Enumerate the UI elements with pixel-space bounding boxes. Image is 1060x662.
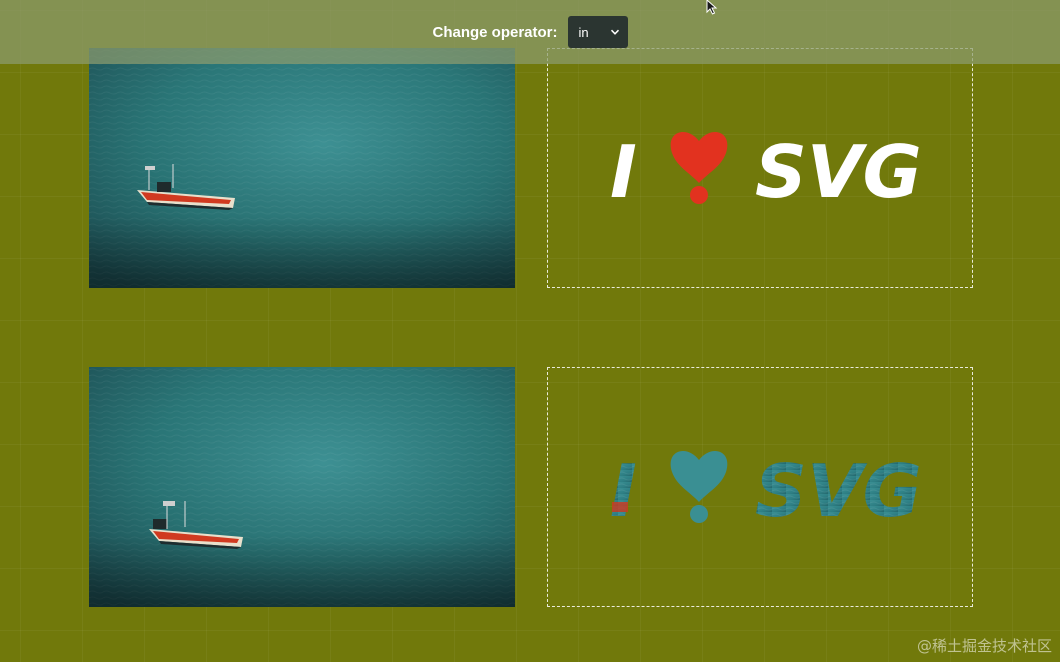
letter-i-bottom: I <box>610 449 637 533</box>
operator-control: Change operator: in <box>0 16 1060 48</box>
boat-fragment <box>612 502 628 512</box>
boat-photo-bottom <box>89 367 515 607</box>
svg-text-panel-top: I SVG <box>547 48 973 288</box>
boat-photo-top <box>89 48 515 288</box>
letter-i-top: I <box>610 130 637 214</box>
top-bar: Change operator: in <box>0 0 1060 64</box>
svg-text-panel-bottom: I SVG <box>547 367 973 607</box>
operator-select[interactable]: in <box>567 16 628 48</box>
heart-exclamation-icon <box>670 131 728 204</box>
mouse-pointer-icon <box>706 0 718 15</box>
letters-svg-bottom: SVG <box>755 449 922 533</box>
watermark: @稀土掘金技术社区 <box>916 637 1052 655</box>
chevron-down-icon <box>610 29 619 35</box>
operator-select-value: in <box>578 24 589 40</box>
operator-label: Change operator: <box>432 23 558 41</box>
letters-svg-top: SVG <box>755 130 922 214</box>
heart-exclamation-icon-clipped <box>670 450 728 523</box>
